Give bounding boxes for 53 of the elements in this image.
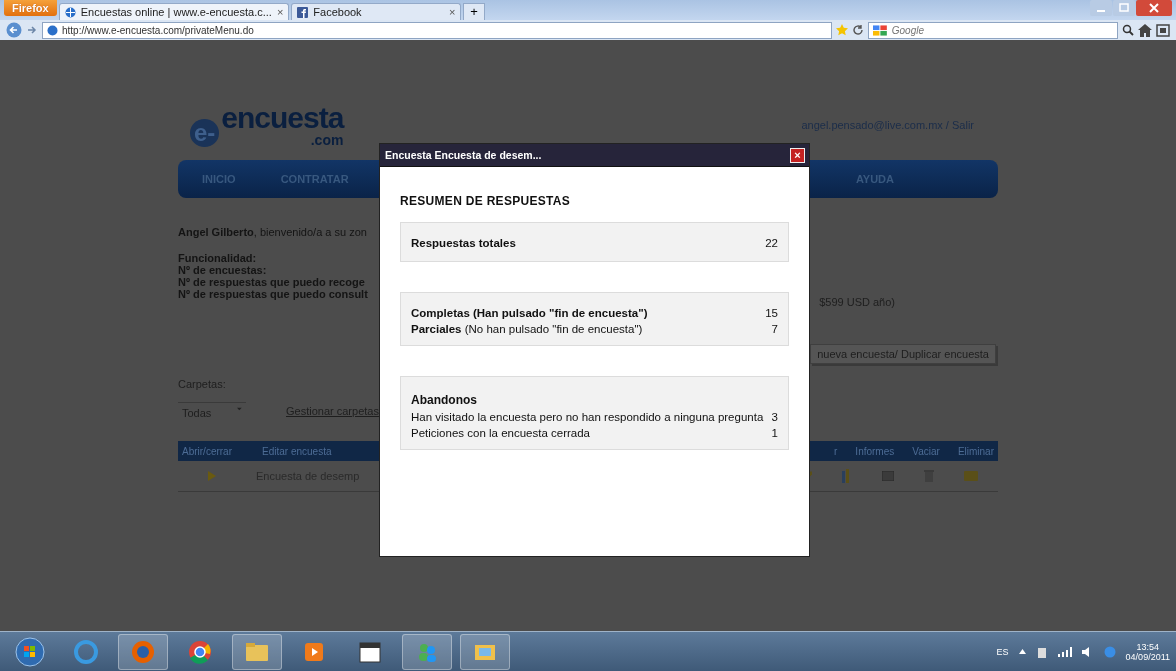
summary-label: Parciales (No han pulsado "fin de encuesta") [411,323,643,335]
feature-label: Funcionalidad: [178,252,258,264]
tab-title: Encuestas online | www.e-encuesta.c... [80,6,272,18]
signal-icon[interactable] [1057,646,1072,657]
search-icon[interactable] [1122,24,1134,36]
minimize-icon[interactable] [1090,0,1112,16]
close-icon[interactable]: × [276,6,284,18]
column-header: Informes [855,445,895,457]
dialog-title: Encuesta Encuesta de desem... [385,149,542,161]
language-indicator[interactable]: ES [996,646,1009,657]
search-field[interactable]: Google [868,21,1118,39]
caret-icon [237,407,242,411]
summary-count: 1 [771,427,778,439]
summary-count: 3 [771,411,778,423]
new-tab-button[interactable]: + [463,3,485,20]
summary-count: 22 [765,237,778,249]
feature-label: Nº de encuestas: [178,264,268,276]
column-header: Vaciar [912,445,940,457]
feature-label: Nº de respuestas que puedo recoge [178,276,366,288]
forward-icon[interactable] [26,24,38,36]
browser-tab[interactable]: Encuestas online | www.e-encuesta.c... × [58,3,290,20]
google-icon [873,24,888,36]
summary-label: Han visitado la encuesta pero no han respondido a ninguna pregunta [411,411,764,423]
close-icon[interactable]: × [448,6,456,18]
section-heading: RESUMEN DE RESPUESTAS [400,194,572,208]
column-header: Abrir/cerrar [182,445,232,457]
panel-title: Abandonos [411,393,478,407]
close-button[interactable]: × [790,147,805,163]
summary-count: 7 [771,323,778,335]
summary-label: Completas (Han pulsado "fin de encuesta") [411,307,648,319]
summary-count: 15 [765,307,778,319]
column-header: Eliminar [957,445,994,457]
url-text: http://www.e-encuesta.com/privateMenu.do [62,24,254,36]
date-text: 04/09/2011 [1125,651,1170,662]
summary-label: Peticiones con la encuesta cerrada [411,427,590,439]
close-icon[interactable] [1136,0,1172,16]
address-bar[interactable]: http://www.e-encuesta.com/privateMenu.do [42,21,832,39]
home-icon[interactable] [1138,23,1152,37]
tab-title: Facebook [313,6,363,18]
star-icon[interactable] [836,24,848,36]
browser-tab[interactable]: Facebook × [291,3,462,20]
back-icon[interactable] [6,22,22,38]
start-icon[interactable] [15,636,45,667]
clock[interactable]: 13:54 04/09/2011 [1125,641,1170,662]
time-text: 13:54 [1136,641,1160,652]
column-header: Editar encuesta [262,445,332,457]
feature-label: Nº de respuestas que puedo consult [178,288,369,300]
search-input[interactable]: Google [891,24,1113,36]
facebook-icon [297,6,309,18]
summary-label: Respuestas totales [411,237,516,249]
reload-icon[interactable] [852,24,864,36]
chevron-up-icon[interactable] [1018,649,1026,655]
column-header: r [834,445,838,457]
